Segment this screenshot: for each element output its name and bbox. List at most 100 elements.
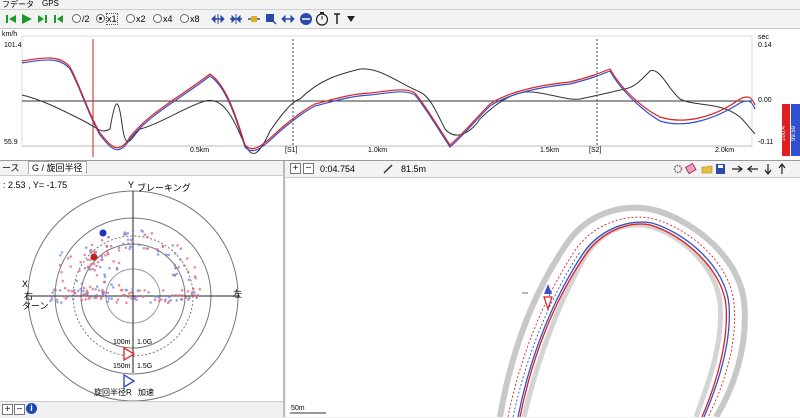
g-scatter-point: [87, 297, 90, 300]
map-zoom-in-icon[interactable]: +: [290, 163, 301, 174]
open-folder-icon[interactable]: [701, 165, 713, 174]
arrow-left-icon[interactable]: [747, 165, 758, 173]
g-scatter-point: [138, 289, 141, 292]
track-boundary-inner: [521, 222, 724, 417]
g-scatter-point: [61, 279, 65, 283]
g-scatter-point: [116, 298, 120, 301]
g-scatter-point: [180, 298, 184, 301]
g-scatter-point: [115, 267, 119, 271]
settings-gear-icon[interactable]: [673, 164, 683, 174]
zoom-out-icon[interactable]: −: [14, 404, 25, 415]
g-scatter-point: [130, 297, 133, 300]
g-scatter-point: [156, 250, 160, 253]
arrow-up-icon[interactable]: [778, 163, 786, 174]
zoom-in-icon[interactable]: +: [2, 404, 13, 415]
g-scatter-point: [93, 296, 96, 300]
zoom-option-x4[interactable]: x4: [153, 12, 173, 26]
g-scatter-point: [194, 276, 198, 280]
g-scatter-point: [142, 246, 146, 250]
g-scatter-point: [101, 258, 104, 261]
legend-blue-value: 99.59: [791, 125, 797, 141]
left-turn-label: 左: [233, 289, 243, 299]
g-scatter-point: [71, 297, 75, 301]
skip-back-icon[interactable]: [6, 15, 16, 23]
arrow-down-icon[interactable]: [764, 164, 772, 175]
fit-icon[interactable]: [248, 16, 260, 22]
graph-unit-left: km/h: [2, 31, 18, 38]
g-scatter-point: [65, 295, 69, 299]
g-scatter-point: [174, 294, 178, 297]
right-turn-label-2: ターン: [22, 301, 49, 311]
playback-controls: [6, 14, 63, 24]
info-icon[interactable]: i: [26, 403, 37, 414]
zoom-option-x2[interactable]: x2: [126, 12, 146, 26]
g-scatter-point: [143, 233, 147, 236]
play-icon[interactable]: [22, 14, 32, 24]
track-map[interactable]: [286, 177, 800, 417]
g-scatter-points: [49, 229, 202, 305]
g-scatter-point: [198, 287, 202, 291]
dropdown-icon[interactable]: [347, 16, 355, 22]
g-scatter-point: [115, 301, 118, 304]
g-scatter-point: [91, 287, 94, 291]
sync-icon[interactable]: [300, 13, 312, 25]
ring-label-150m: 150m: [113, 363, 131, 370]
g-scatter-point: [104, 254, 107, 257]
g-scatter-point: [179, 258, 182, 262]
zoom-option-half[interactable]: /2: [72, 12, 90, 26]
legend-red-value: 100.4: [781, 125, 787, 141]
g-scatter-point: [105, 249, 109, 253]
g-scatter-point: [75, 279, 78, 283]
zoom-out-horizontal-icon[interactable]: [230, 14, 242, 24]
shift-icon[interactable]: [281, 14, 295, 24]
save-icon[interactable]: [716, 164, 725, 174]
g-scatter-point: [165, 253, 168, 256]
g-scatter-point: [91, 267, 94, 271]
step-icon[interactable]: [38, 15, 47, 23]
marker-icon[interactable]: [266, 14, 277, 25]
step-back-icon[interactable]: [54, 15, 63, 23]
g-scatter-point: [137, 243, 141, 246]
g-scatter-point: [156, 253, 160, 256]
g-scatter-point: [110, 297, 114, 300]
g-scatter-point: [171, 244, 175, 247]
zoom-option-x8[interactable]: x8: [180, 12, 200, 26]
g-scatter-point: [180, 288, 184, 292]
g-scatter-point: [103, 291, 106, 294]
cursor-icon[interactable]: [334, 13, 340, 24]
map-tool-icons: [673, 162, 786, 175]
menu-item-file[interactable]: フ: [2, 0, 10, 10]
speed-graph[interactable]: [0, 29, 800, 160]
g-scatter-point: [143, 289, 146, 292]
g-scatter-point: [178, 293, 181, 297]
g-scatter-point: [131, 287, 134, 291]
g-scatter-point: [182, 264, 186, 267]
g-scatter-point: [59, 254, 62, 257]
g-scatter-point: [69, 265, 72, 268]
g-scatter-point: [176, 244, 179, 247]
toolbar: /2 x1 x2 x4 x8: [0, 10, 800, 29]
arrow-right-icon[interactable]: [732, 165, 743, 173]
tool-icons: [211, 12, 355, 26]
zoom-in-horizontal-icon[interactable]: [211, 14, 225, 24]
g-scatter-point: [181, 294, 184, 297]
menu-item-data[interactable]: データ: [10, 0, 34, 10]
g-scatter-point: [50, 298, 54, 301]
g-scatter-point: [174, 267, 177, 270]
eraser-icon[interactable]: [684, 162, 697, 175]
g-marker-blue-icon: [123, 373, 136, 389]
menu-item-gps[interactable]: GPS: [42, 0, 59, 8]
g-scatter-point: [150, 232, 154, 235]
g-scatter-point: [67, 289, 70, 292]
zoom-option-x1[interactable]: x1: [96, 12, 118, 26]
map-zoom-out-icon[interactable]: −: [303, 163, 314, 174]
g-scatter-point: [95, 274, 99, 277]
g-scatter-point: [102, 280, 106, 284]
g-scatter-point: [147, 291, 150, 294]
x-tick-4: [S2]: [589, 147, 602, 154]
g-scatter-point: [106, 252, 110, 256]
g-scatter-point: [196, 293, 200, 297]
g-scatter-point: [193, 291, 196, 294]
ring-label-15g: 1.5G: [137, 363, 153, 370]
stopwatch-icon[interactable]: [315, 12, 329, 26]
